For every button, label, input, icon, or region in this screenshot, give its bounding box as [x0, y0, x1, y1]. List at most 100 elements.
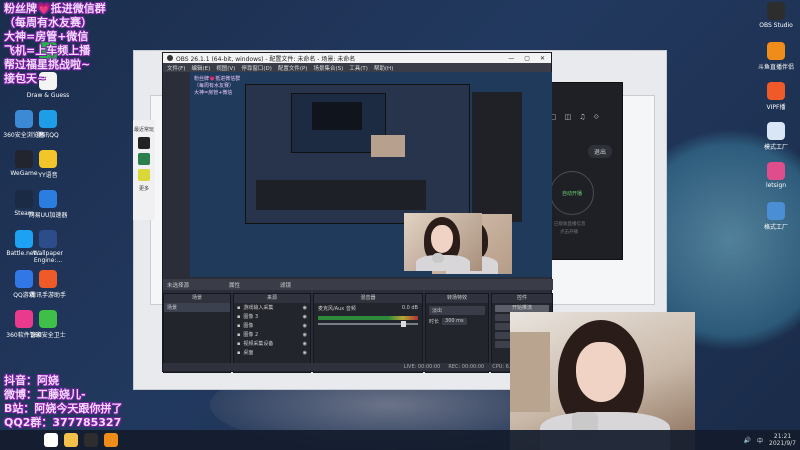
source-item[interactable]: ▪ 视频采集设备 ◉ [234, 339, 310, 348]
source-item[interactable]: ▪ 桌面 ◉ [234, 348, 310, 357]
recent-games-label: 最近常玩 [133, 127, 154, 133]
desktop-icon-label: letsign [765, 182, 787, 189]
source-item[interactable]: ▪ 游戏输入采集 ◉ [234, 303, 310, 312]
recent-game-icon[interactable] [138, 153, 150, 165]
mixer-track-label: 麦克风/Aux 音频 [318, 306, 356, 312]
desktop-icon[interactable]: 腾讯QQ [24, 110, 72, 139]
source-item[interactable]: ▪ 图像 ◉ [234, 321, 310, 330]
properties-button[interactable]: 属性 [229, 281, 240, 289]
exit-button[interactable]: 退出 [587, 145, 612, 158]
desktop-icon[interactable]: 模式工厂 [752, 122, 800, 151]
obs-menu-item[interactable]: 配置文件(P) [278, 64, 308, 72]
source-type-icon: ▪ [237, 331, 241, 338]
dock-title: 来源 [234, 294, 310, 303]
ime-indicator[interactable]: 中 [757, 436, 763, 445]
desktop-icon[interactable]: YY语音 [24, 150, 72, 179]
maximize-icon[interactable]: ▢ [524, 55, 530, 62]
filters-button[interactable]: 滤镜 [280, 281, 291, 289]
obs-logo-icon [167, 55, 173, 61]
recent-game-icon[interactable] [138, 137, 150, 149]
obs-menu-item[interactable]: 编辑(E) [191, 64, 210, 72]
rec-status: REC: 00:00:00 [448, 364, 485, 370]
live-status: LIVE: 00:00:00 [403, 364, 441, 370]
nested-docks [256, 180, 426, 210]
yy-icon [39, 150, 57, 168]
dock-title: 混音器 [314, 294, 422, 303]
dock-title: 转场特效 [426, 294, 488, 303]
desktop-icon[interactable]: 格式工厂 [752, 202, 800, 231]
douyu-taskbar-icon[interactable] [104, 433, 118, 447]
desktop-icon[interactable]: 360安全卫士 [24, 310, 72, 339]
scene-item[interactable]: 场景 [164, 303, 230, 312]
nested-webcam [371, 135, 405, 157]
visibility-icon[interactable]: ◉ [303, 350, 307, 356]
obs-menu-item[interactable]: 停靠窗口(D) [241, 64, 272, 72]
close-icon[interactable]: ✕ [540, 55, 545, 62]
clock-date[interactable]: 2021/9/7 [769, 440, 796, 447]
desktop-icon-label: 格式工厂 [763, 224, 788, 231]
obs-menu-item[interactable]: 工具(T) [349, 64, 368, 72]
desktop-icon-label: 斗鱼直播伴侣 [757, 64, 794, 71]
obs-status-bar: LIVE: 00:00:00 REC: 00:00:00 CPU: 6.9%, … [163, 363, 553, 371]
source-item[interactable]: ▪ 图像 3 ◉ [234, 312, 310, 321]
mixer-dock: 混音器 麦克风/Aux 音频 0.0 dB [313, 293, 423, 373]
mobile-assistant-icon [39, 270, 57, 288]
desktop-icon[interactable]: 腾讯手游助手 [24, 270, 72, 299]
visibility-icon[interactable]: ◉ [303, 332, 307, 338]
obs-window: OBS 26.1.1 (64-bit, windows) - 配置文件: 未命名… [162, 52, 553, 373]
desktop-icon[interactable]: 斗鱼直播伴侣 [752, 42, 800, 71]
control-button[interactable]: 开始推流 [495, 305, 549, 312]
nested-side-app [472, 92, 522, 222]
file-explorer-icon[interactable] [64, 433, 78, 447]
obs-title: OBS 26.1.1 (64-bit, windows) - 配置文件: 未命名… [176, 55, 356, 63]
visibility-icon[interactable]: ◉ [303, 314, 307, 320]
source-item[interactable]: ▪ 图像 2 ◉ [234, 330, 310, 339]
360safe-icon [39, 310, 57, 328]
source-label: 桌面 [243, 350, 254, 356]
duration-input[interactable]: 300 ms [442, 318, 467, 325]
obs-menu-item[interactable]: 场景集合(S) [313, 64, 343, 72]
desktop-icon-label: 360安全卫士 [30, 332, 66, 339]
obs-menu-item[interactable]: 文件(F) [167, 64, 185, 72]
status-line: 已接收直播信息 [554, 222, 586, 227]
obs-taskbar-icon[interactable] [84, 433, 98, 447]
desktop-icon-label: Wallpaper Engine:... [32, 250, 63, 264]
minimize-icon[interactable]: — [508, 55, 514, 62]
desktop-icon-label: YY语音 [38, 172, 58, 179]
auto-start-button[interactable]: 自动开播 [550, 171, 594, 215]
microphone [432, 253, 444, 263]
desktop-icon[interactable]: letsign [752, 162, 800, 189]
desktop-icon[interactable]: OBS Studio [752, 2, 800, 29]
source-label: 图像 3 [243, 314, 259, 320]
sources-dock: 来源 ▪ 游戏输入采集 ◉ ▪ 图像 3 ◉ ▪ 图像 ◉ ▪ 图像 2 ◉ ▪ 视频采集设备 ◉ ▪ 桌面 ◉ [233, 293, 311, 373]
visibility-icon[interactable]: ◉ [303, 341, 307, 347]
copy-icon[interactable]: ◫ [565, 113, 572, 122]
source-type-icon: ▪ [237, 313, 241, 320]
more-label[interactable]: 更多 [133, 185, 155, 192]
source-type-icon: ▪ [237, 304, 241, 311]
visibility-icon[interactable]: ◉ [303, 305, 307, 311]
start-icon[interactable] [44, 433, 58, 447]
bell-icon[interactable]: ♫ [579, 113, 585, 122]
obs-menu-item[interactable]: 帮助(H) [374, 64, 393, 72]
transition-select[interactable]: 淡出 [429, 306, 485, 315]
share-icon[interactable]: ⟐ [594, 113, 600, 122]
source-type-icon: ▪ [237, 340, 241, 347]
duration-label: 时长 [429, 319, 440, 325]
volume-icon[interactable]: 🔊 [744, 437, 751, 444]
obs-preview[interactable]: 粉丝牌💗抵进微信群 （每周有水友赛） 大神=房管+微信 [190, 72, 552, 277]
mixer-level: 0.0 dB [401, 305, 418, 311]
desktop-icon[interactable]: Wallpaper Engine:... [24, 230, 72, 264]
recent-game-icon[interactable] [138, 169, 150, 181]
clock-time[interactable]: 21:21 [769, 433, 796, 440]
desktop-icon[interactable]: 网易UU加速器 [24, 190, 72, 219]
desktop-icon-label: Draw & Guess [26, 92, 70, 99]
obs-menu-item[interactable]: 视图(V) [216, 64, 235, 72]
visibility-icon[interactable]: ◉ [303, 323, 307, 329]
overlay-text-preview: 粉丝牌💗抵进微信群 （每周有水友赛） 大神=房管+微信 [194, 76, 241, 96]
volume-handle[interactable] [401, 321, 406, 327]
volume-slider[interactable] [318, 321, 418, 327]
format-factory-icon [767, 202, 785, 220]
desktop-icon[interactable]: VIPF播 [752, 82, 800, 111]
uu-icon [39, 190, 57, 208]
